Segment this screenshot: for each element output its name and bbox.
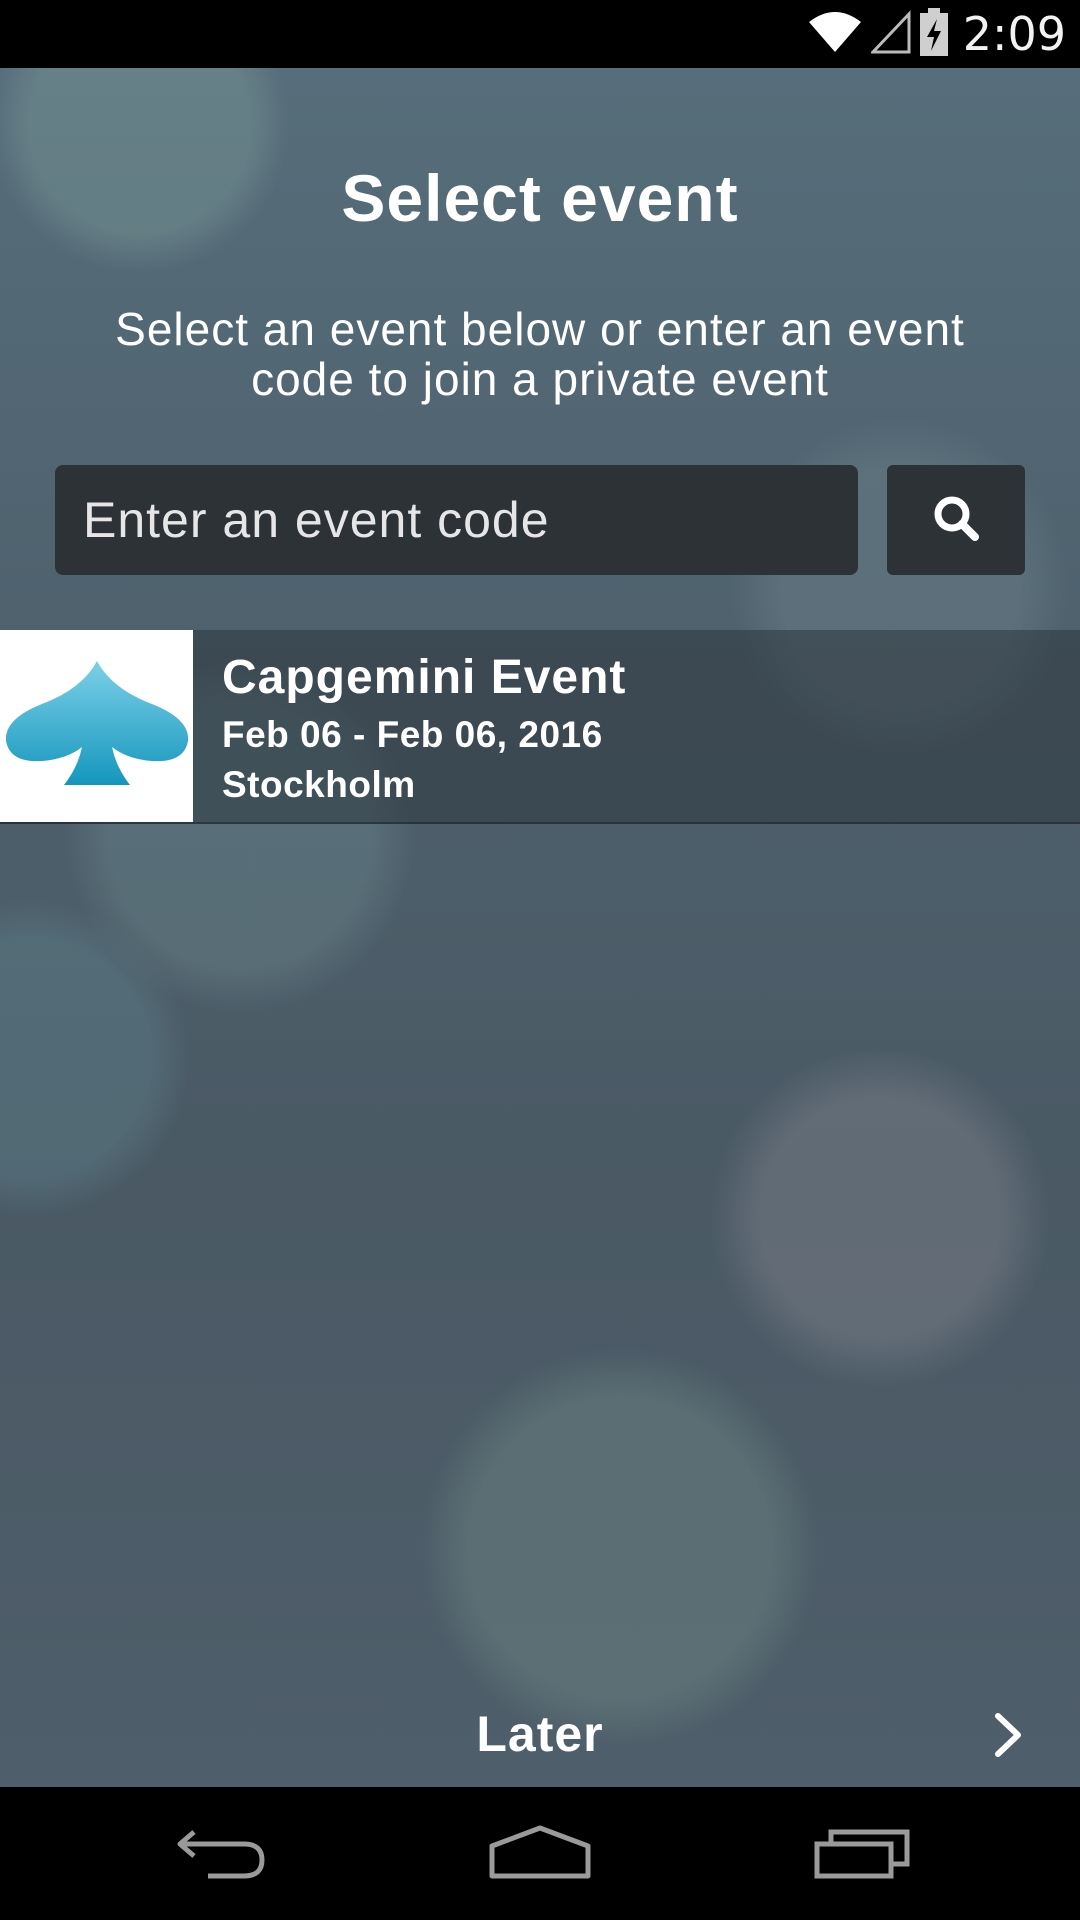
recents-button[interactable]	[793, 1817, 933, 1891]
event-code-input[interactable]	[55, 465, 858, 575]
search-button[interactable]	[887, 465, 1025, 575]
navigation-bar	[0, 1787, 1080, 1920]
event-dates: Feb 06 - Feb 06, 2016	[222, 714, 603, 755]
back-icon	[172, 1824, 268, 1885]
home-button[interactable]	[470, 1817, 610, 1891]
status-bar: 2:09	[0, 0, 1080, 68]
select-event-screen: Select event Select an event below or en…	[0, 68, 1080, 1787]
chevron-right-icon	[992, 1712, 1024, 1763]
event-list-item[interactable]: Capgemini Event Feb 06 - Feb 06, 2016 St…	[0, 630, 1080, 824]
page-subtitle: Select an event below or enter an event …	[115, 303, 965, 405]
event-name: Capgemini Event	[222, 651, 627, 704]
event-logo	[0, 630, 193, 822]
recents-icon	[813, 1824, 913, 1885]
cell-signal-icon	[869, 9, 911, 59]
later-label: Later	[476, 1706, 604, 1762]
page-title: Select event	[341, 161, 739, 235]
battery-charging-icon	[919, 7, 949, 62]
spade-logo-icon	[2, 659, 192, 794]
home-icon	[488, 1824, 592, 1885]
later-button[interactable]: Later	[0, 1684, 1080, 1784]
search-icon	[931, 493, 981, 548]
back-button[interactable]	[150, 1817, 290, 1891]
status-icons: 2:09	[807, 6, 1066, 62]
event-location: Stockholm	[222, 764, 416, 805]
status-time: 2:09	[962, 7, 1066, 61]
wifi-icon	[807, 10, 863, 59]
